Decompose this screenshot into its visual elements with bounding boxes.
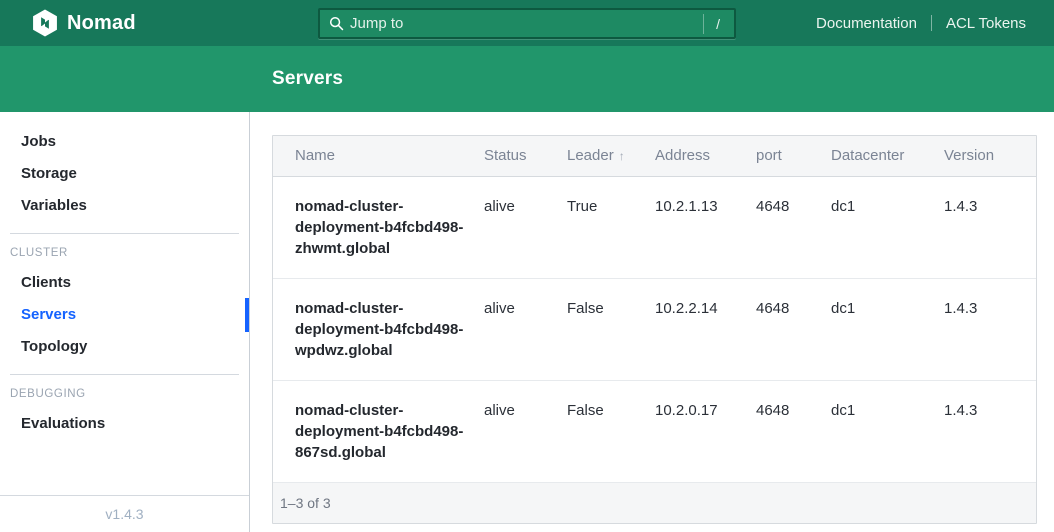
column-header-status[interactable]: Status: [484, 136, 567, 176]
sidebar: Jobs Storage Variables CLUSTER Clients S…: [0, 112, 250, 532]
pagination-summary: 1–3 of 3: [280, 495, 331, 511]
server-address: 10.2.2.14: [655, 278, 756, 380]
server-status: alive: [484, 176, 567, 278]
search-icon: [329, 16, 344, 31]
nomad-logo[interactable]: Nomad: [32, 9, 136, 37]
server-port: 4648: [756, 176, 831, 278]
navbar-links: Documentation ACL Tokens: [816, 15, 1026, 32]
server-row[interactable]: nomad-cluster-deployment-b4fcbd498-wpdwz…: [273, 278, 1036, 380]
column-header-leader[interactable]: Leader ↑: [567, 136, 655, 176]
main-content: Name Status Leader ↑ Address port Datacen…: [250, 112, 1054, 532]
version-label: v1.4.3: [105, 506, 143, 522]
pagination-bar: 1–3 of 3: [273, 483, 1036, 523]
column-header-datacenter[interactable]: Datacenter: [831, 136, 944, 176]
jump-to-search[interactable]: /: [318, 8, 736, 39]
column-header-version[interactable]: Version: [944, 136, 1036, 176]
column-header-address[interactable]: Address: [655, 136, 756, 176]
active-indicator-bar: [245, 298, 249, 332]
server-datacenter: dc1: [831, 176, 944, 278]
documentation-link[interactable]: Documentation: [816, 15, 917, 32]
server-datacenter: dc1: [831, 380, 944, 482]
sidebar-item-jobs[interactable]: Jobs: [0, 126, 249, 158]
column-header-label: Leader: [567, 147, 614, 164]
search-input[interactable]: [350, 15, 703, 32]
server-leader: True: [567, 176, 655, 278]
sidebar-divider: [10, 233, 239, 234]
column-header-name[interactable]: Name: [273, 136, 484, 176]
column-header-port[interactable]: port: [756, 136, 831, 176]
page-title: Servers: [272, 68, 343, 90]
sidebar-divider: [10, 374, 239, 375]
server-version: 1.4.3: [944, 380, 1036, 482]
keyboard-shortcut-hint: /: [703, 14, 726, 34]
nomad-hexagon-icon: [32, 9, 58, 37]
sidebar-item-storage[interactable]: Storage: [0, 158, 249, 190]
brand-name: Nomad: [67, 12, 136, 35]
server-leader: False: [567, 278, 655, 380]
server-port: 4648: [756, 278, 831, 380]
sidebar-item-label: Servers: [21, 306, 76, 323]
server-version: 1.4.3: [944, 278, 1036, 380]
sidebar-footer: v1.4.3: [0, 495, 249, 532]
server-row[interactable]: nomad-cluster-deployment-b4fcbd498-zhwmt…: [273, 176, 1036, 278]
server-name: nomad-cluster-deployment-b4fcbd498-867sd…: [273, 380, 484, 482]
sidebar-item-evaluations[interactable]: Evaluations: [0, 408, 249, 440]
servers-table-card: Name Status Leader ↑ Address port Datacen…: [272, 135, 1037, 524]
top-navbar: Nomad / Documentation ACL Tokens: [0, 0, 1054, 46]
servers-table: Name Status Leader ↑ Address port Datacen…: [273, 136, 1036, 483]
sidebar-item-clients[interactable]: Clients: [0, 267, 249, 299]
server-row[interactable]: nomad-cluster-deployment-b4fcbd498-867sd…: [273, 380, 1036, 482]
table-header-row: Name Status Leader ↑ Address port Datacen…: [273, 136, 1036, 176]
page-header: Servers: [0, 46, 1054, 112]
server-address: 10.2.1.13: [655, 176, 756, 278]
server-name: nomad-cluster-deployment-b4fcbd498-wpdwz…: [273, 278, 484, 380]
acl-tokens-link[interactable]: ACL Tokens: [946, 15, 1026, 32]
server-port: 4648: [756, 380, 831, 482]
nav-divider: [931, 15, 932, 31]
server-leader: False: [567, 380, 655, 482]
sidebar-item-variables[interactable]: Variables: [0, 190, 249, 222]
sidebar-item-topology[interactable]: Topology: [0, 331, 249, 363]
server-status: alive: [484, 380, 567, 482]
server-datacenter: dc1: [831, 278, 944, 380]
section-label-cluster: CLUSTER: [0, 245, 249, 267]
server-version: 1.4.3: [944, 176, 1036, 278]
server-name: nomad-cluster-deployment-b4fcbd498-zhwmt…: [273, 176, 484, 278]
server-status: alive: [484, 278, 567, 380]
sidebar-item-servers[interactable]: Servers: [0, 299, 249, 331]
server-address: 10.2.0.17: [655, 380, 756, 482]
sort-ascending-icon: ↑: [619, 149, 625, 163]
section-label-debugging: DEBUGGING: [0, 386, 249, 408]
